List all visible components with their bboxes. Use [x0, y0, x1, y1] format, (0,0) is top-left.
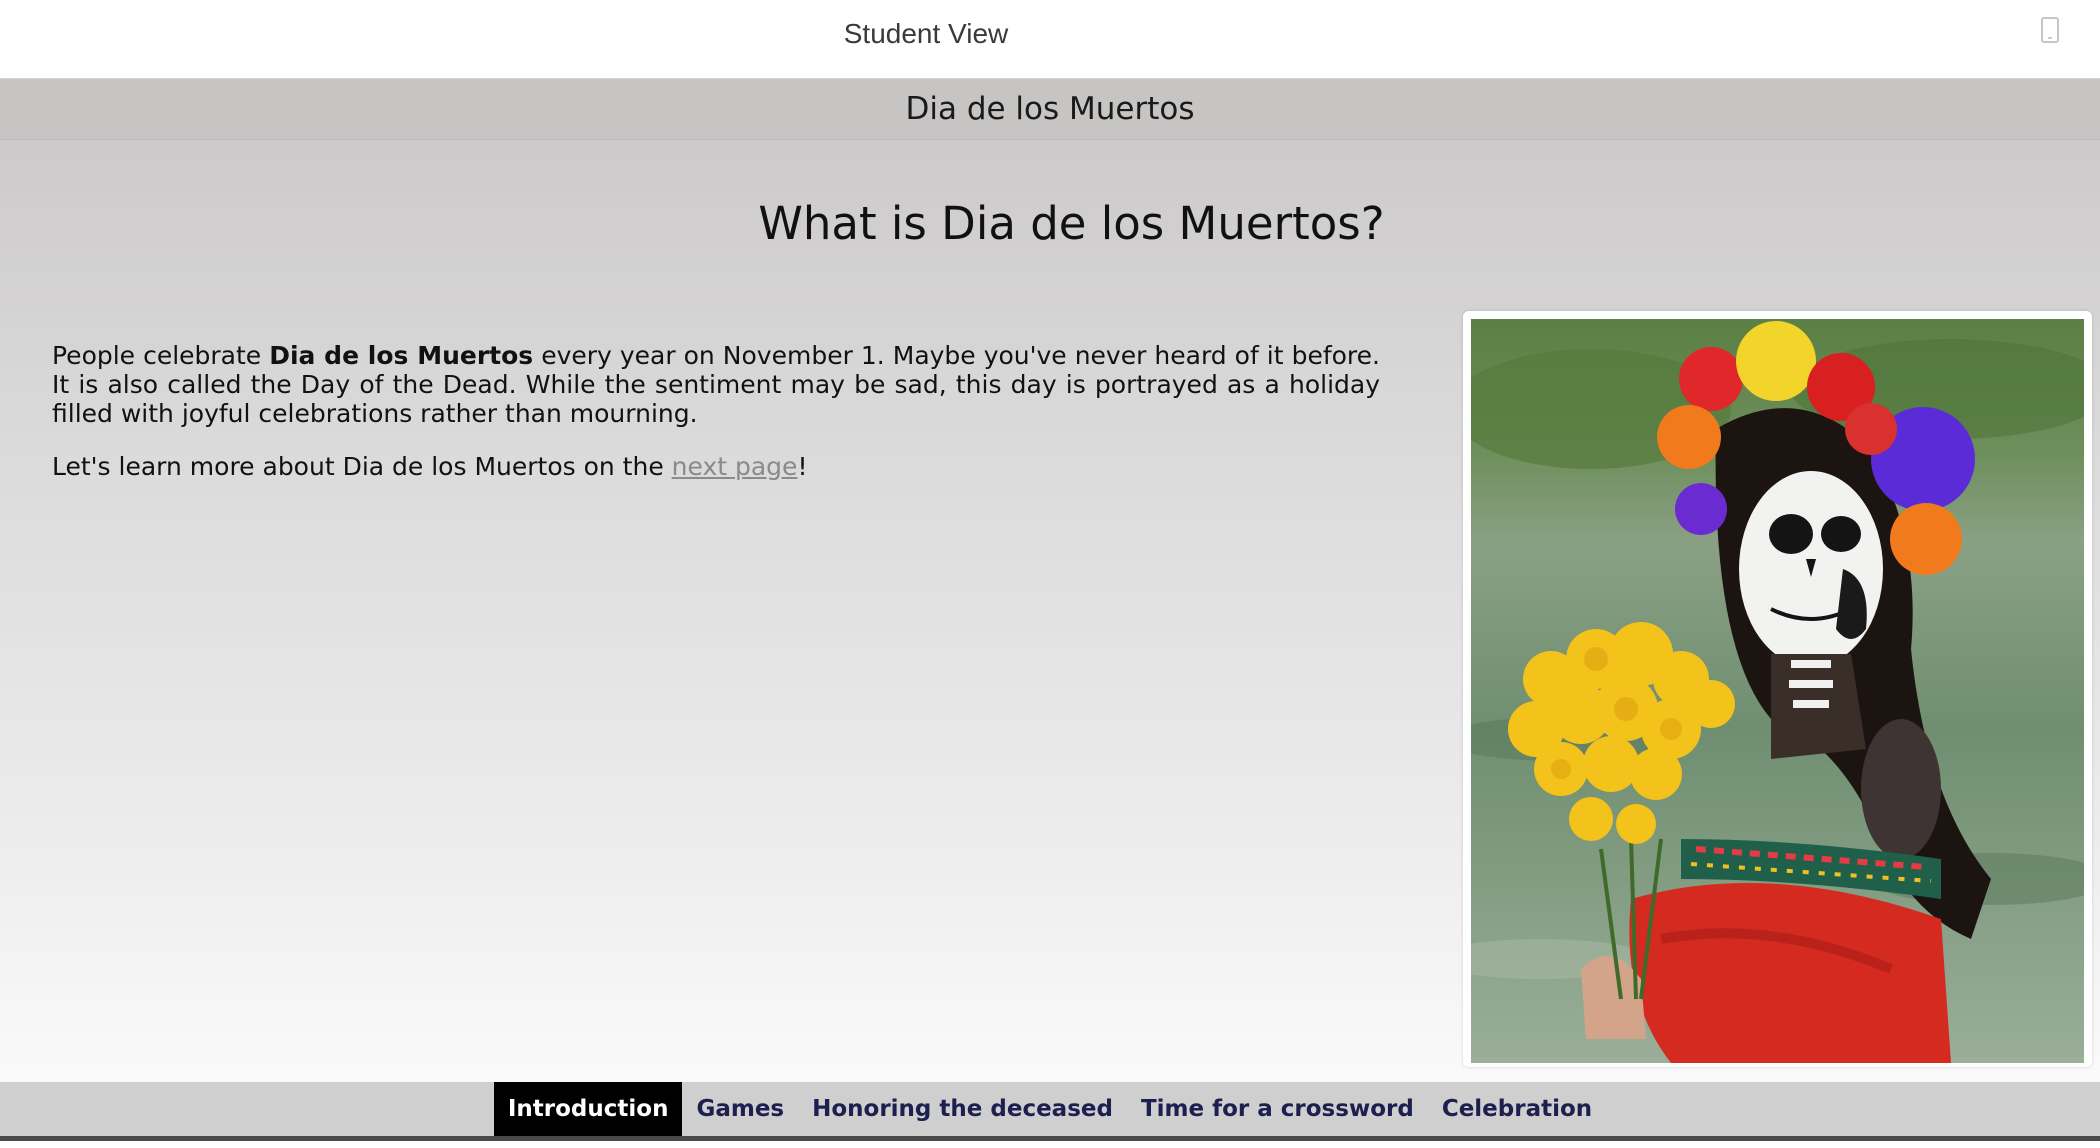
bottom-divider	[0, 1136, 2100, 1148]
exclamation-text: !	[797, 452, 808, 481]
lesson-header: Dia de los Muertos	[0, 79, 2100, 140]
intro-content: People celebrate Dia de los Muertos ever…	[52, 341, 1380, 505]
next-page-text: Let's learn more about Dia de los Muerto…	[52, 452, 672, 481]
top-bar: Student View	[0, 0, 2100, 79]
tab-celebration[interactable]: Celebration	[1428, 1082, 1606, 1136]
lesson-page: Dia de los Muertos What is Dia de los Mu…	[0, 79, 2100, 1082]
next-page-paragraph: Let's learn more about Dia de los Muerto…	[52, 452, 1380, 481]
view-mode-title: Student View	[843, 18, 1009, 49]
intro-text-start: People celebrate	[52, 341, 270, 370]
tab-honoring-the-deceased[interactable]: Honoring the deceased	[798, 1082, 1127, 1136]
tab-time-for-a-crossword[interactable]: Time for a crossword	[1127, 1082, 1428, 1136]
next-page-link[interactable]: next page	[672, 452, 798, 481]
intro-bold-term: Dia de los Muertos	[269, 341, 534, 370]
catrina-photo	[1471, 319, 2084, 1063]
photo-frame	[1463, 311, 2092, 1067]
tab-games[interactable]: Games	[682, 1082, 798, 1136]
tab-introduction[interactable]: Introduction	[493, 1082, 683, 1136]
lesson-tab-bar: Introduction Games Honoring the deceased…	[0, 1082, 2100, 1136]
intro-paragraph: People celebrate Dia de los Muertos ever…	[52, 341, 1380, 428]
page-heading: What is Dia de los Muertos?	[758, 197, 1385, 250]
lesson-title: Dia de los Muertos	[905, 91, 1195, 127]
mobile-device-icon[interactable]	[2041, 17, 2059, 43]
